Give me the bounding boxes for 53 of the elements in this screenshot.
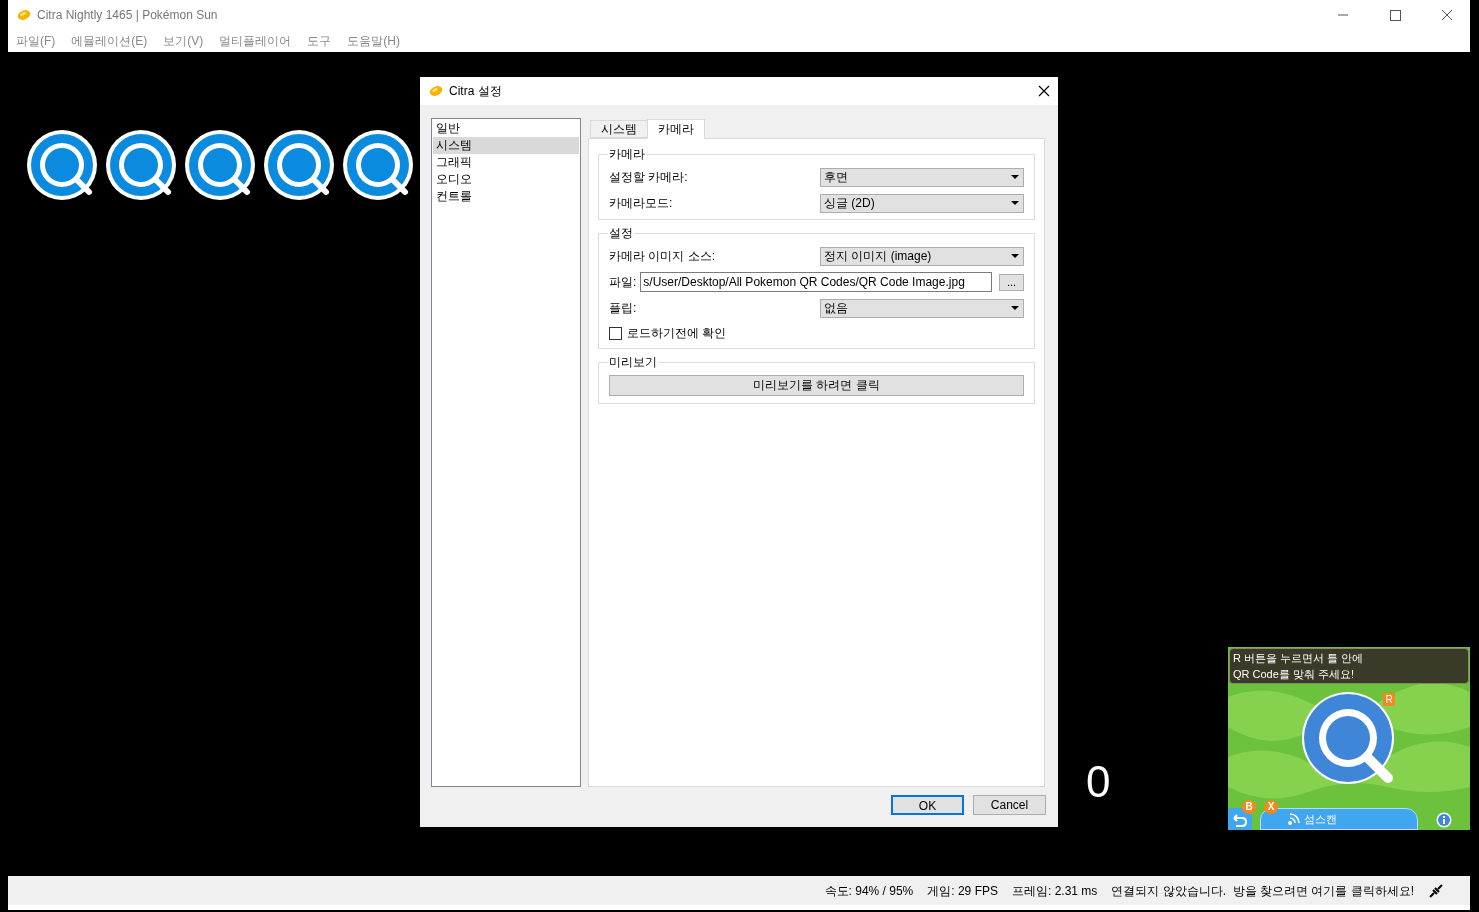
plug-icon[interactable] [1428,882,1444,899]
dialog-button[interactable]: OK [891,795,964,815]
menu-item[interactable]: 도움말(H) [347,32,400,50]
tab[interactable]: 시스템 [590,120,647,138]
group-title: 설정 [608,225,634,242]
menu-item[interactable]: 파일(F) [16,32,56,50]
status-text[interactable]: 연결되지 않았습니다. 방을 찾으려면 여기를 클릭하세요! [1111,881,1414,900]
preview-button[interactable]: 미리보기를 하려면 클릭 [609,374,1024,396]
dropdown[interactable]: 정지 이미지 (image) [820,246,1024,266]
prompt-text: R 버튼을 누르면서 틀 안에 [1233,651,1365,666]
checkbox-label: 로드하기전에 확인 [627,325,727,342]
back-button-icon[interactable] [1228,808,1254,830]
caret-icon [1011,175,1019,179]
caret-icon [1011,201,1019,205]
field-label: 카메라모드: [609,195,673,212]
category-item[interactable]: 시스템 [433,137,579,154]
field-label: 설정할 카메라: [609,169,688,186]
menu-item[interactable]: 멀티플레이어 [219,32,292,50]
category-item[interactable]: 일반 [433,120,579,137]
signal-icon [1287,812,1301,826]
group-title: 미리보기 [608,354,658,371]
checkbox[interactable] [609,326,622,340]
menu-item[interactable]: 도구 [307,32,332,50]
counter-text: 0 [1086,760,1111,804]
status-text: 속도: 94% / 95% [824,882,914,900]
tab[interactable]: 카메라 [647,119,705,139]
dropdown[interactable]: 후면 [820,167,1024,187]
dialog-button[interactable]: Cancel [973,795,1046,815]
menu-item[interactable]: 보기(V) [163,32,204,50]
field-label: 파일: [609,274,637,291]
window-title: Citra Nightly 1465 | Pokémon Sun [37,7,218,24]
category-item[interactable]: 그래픽 [433,154,579,171]
dropdown[interactable]: 없음 [820,298,1024,318]
category-item[interactable]: 컨트롤 [433,188,579,205]
prompt-text: QR Code를 맞춰 주세요! [1233,667,1356,682]
caret-icon [1011,306,1019,310]
file-path-field[interactable]: s/User/Desktop/All Pokemon QR Codes/QR Code Image.jpg [640,272,992,292]
dropdown[interactable]: 싱글 (2D) [820,193,1024,213]
status-text: 프레임: 2.31 ms [1011,882,1098,900]
field-label: 카메라 이미지 소스: [609,248,715,265]
lemon-logo-icon [17,9,31,21]
caret-icon [1011,254,1019,258]
close-icon[interactable] [1038,85,1050,97]
r-badge: R [1383,693,1395,706]
info-icon[interactable] [1436,812,1452,828]
dialog-title: Citra 설정 [449,83,502,100]
browse-button[interactable]: ... [999,273,1024,291]
category-item[interactable]: 오디오 [433,171,579,188]
lemon-logo-icon [429,85,443,97]
field-label: 플립: [609,300,637,317]
status-text: 게임: 29 FPS [927,882,998,900]
menu-item[interactable]: 에뮬레이션(E) [71,32,148,50]
group-title: 카메라 [608,146,646,163]
